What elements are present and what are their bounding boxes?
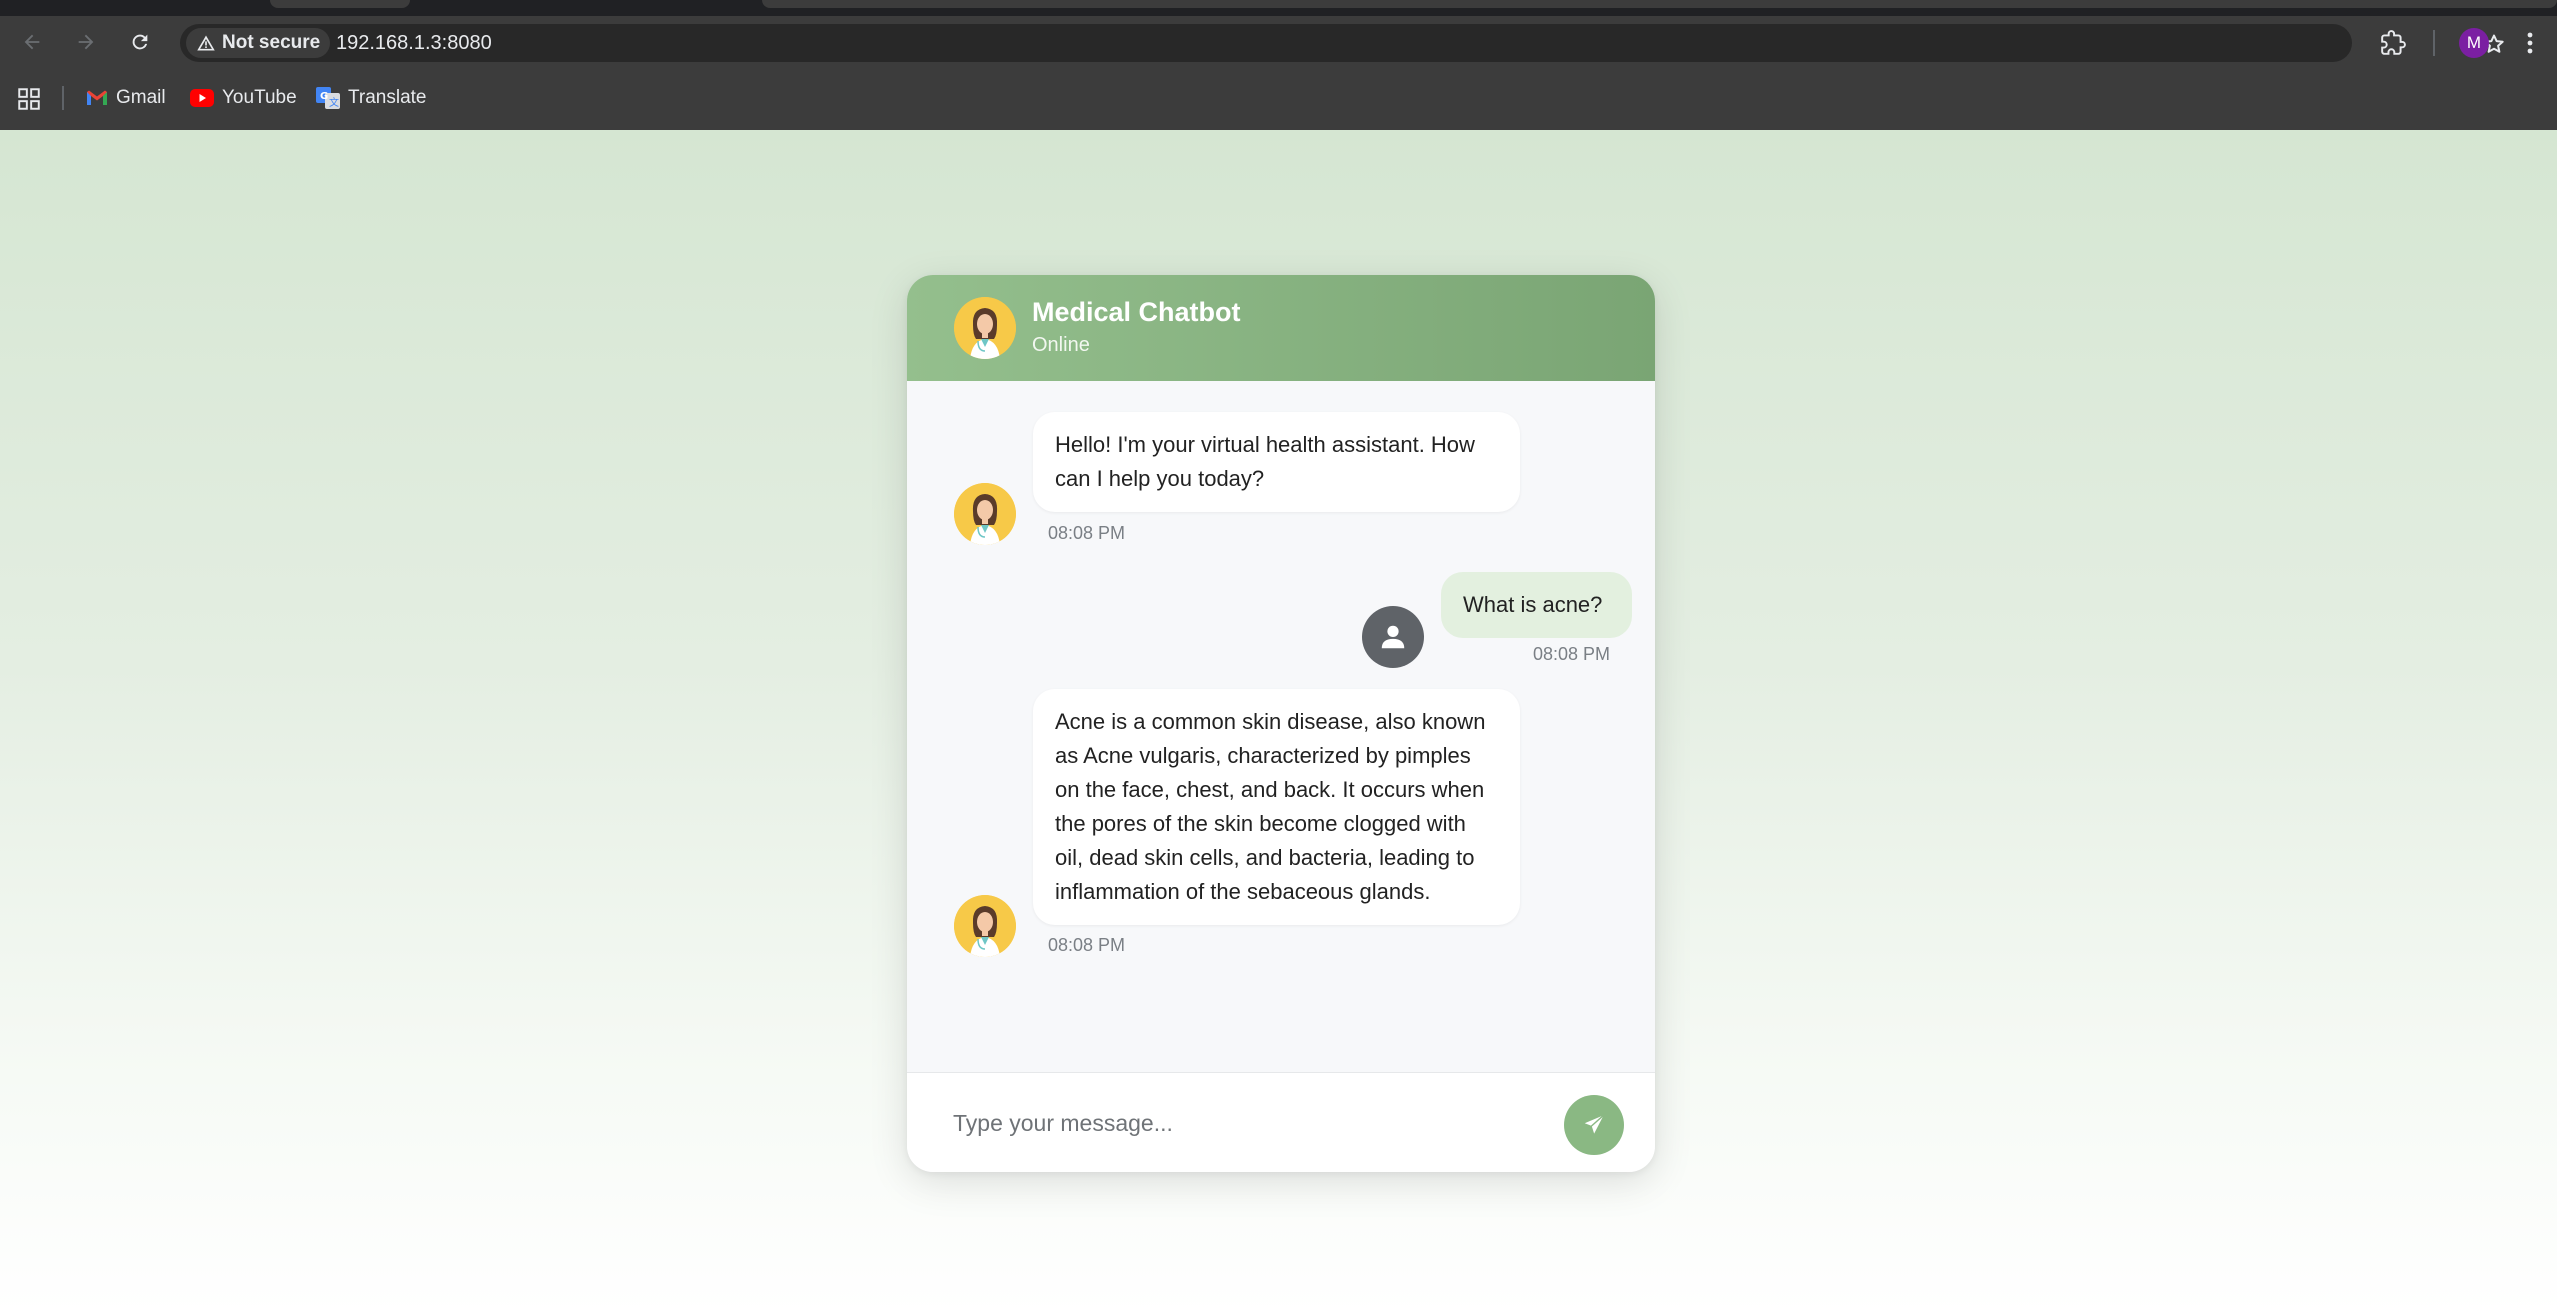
bot-avatar [954, 895, 1016, 957]
extensions-button[interactable] [2376, 26, 2410, 60]
doctor-avatar [954, 297, 1016, 359]
browser-menu-button[interactable] [2515, 26, 2545, 60]
apps-button[interactable] [16, 86, 42, 112]
message-time: 08:08 PM [1048, 523, 1126, 543]
gmail-icon [87, 90, 107, 105]
page-background: Medical Chatbot Online Hello! I'm your v… [0, 130, 2557, 1313]
security-chip[interactable]: Not secure [186, 28, 331, 58]
address-bar[interactable]: Not secure 192.168.1.3:8080 [180, 24, 2504, 62]
back-button[interactable] [16, 26, 48, 58]
arrow-right-icon [78, 34, 94, 50]
bookmark-label: Gmail [116, 87, 166, 108]
translate-icon: G 文 [316, 87, 340, 109]
youtube-icon [190, 89, 214, 107]
tab-strip [0, 0, 2557, 16]
user-icon [1381, 625, 1405, 649]
send-icon [1582, 1113, 1606, 1137]
more-vertical-icon [2527, 32, 2533, 54]
bookmark-translate[interactable]: G 文 Translate [316, 84, 427, 112]
user-avatar [1362, 606, 1424, 668]
reload-button[interactable] [124, 26, 156, 58]
send-button[interactable] [1564, 1095, 1624, 1155]
bookmark-label: Translate [348, 87, 427, 108]
bookmark-label: YouTube [222, 87, 297, 108]
forward-button[interactable] [70, 26, 102, 58]
doctor-icon [954, 895, 1016, 957]
doctor-icon [954, 483, 1016, 545]
svg-text:文: 文 [329, 96, 339, 109]
apps-grid-icon [18, 88, 40, 110]
bookmark-youtube[interactable]: YouTube [190, 84, 297, 112]
chat-title: Medical Chatbot [1032, 297, 1241, 327]
svg-text:G: G [320, 91, 328, 102]
warning-icon [197, 35, 215, 51]
chat-header: Medical Chatbot Online [907, 275, 1655, 381]
security-label: Not secure [222, 32, 321, 53]
url-text[interactable]: 192.168.1.3:8080 [336, 32, 492, 55]
tab-edge [762, 0, 2557, 8]
arrow-left-icon [24, 34, 40, 50]
puzzle-icon [2381, 30, 2406, 55]
chat-status: Online [1032, 334, 1090, 356]
chat-window: Medical Chatbot Online Hello! I'm your v… [907, 275, 1655, 1172]
user-message-bubble: What is acne? [1441, 572, 1632, 638]
bot-message-bubble: Hello! I'm your virtual health assistant… [1033, 412, 1520, 512]
bookmark-gmail[interactable]: Gmail [86, 84, 166, 112]
bot-avatar [954, 483, 1016, 545]
message-input-bar [907, 1072, 1655, 1172]
bookmarks-divider [62, 86, 64, 110]
doctor-icon [954, 297, 1016, 359]
reload-icon [132, 34, 148, 50]
message-time: 08:08 PM [1048, 935, 1126, 955]
bot-message-bubble: Acne is a common skin disease, also know… [1033, 689, 1520, 925]
toolbar-divider [2433, 30, 2435, 56]
message-input[interactable] [951, 1101, 1521, 1145]
tab-edge [270, 0, 410, 8]
profile-avatar[interactable]: M [2459, 28, 2489, 58]
message-time: 08:08 PM [1533, 644, 1611, 664]
